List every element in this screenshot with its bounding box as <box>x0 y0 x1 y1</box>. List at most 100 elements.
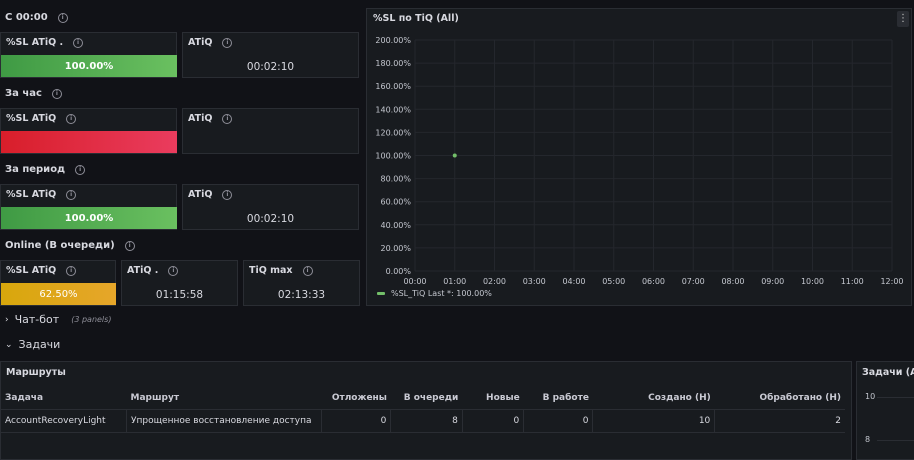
tiqmax-value: 02:13:33 <box>277 289 326 301</box>
panel-title: TiQ max <box>249 265 293 276</box>
info-icon[interactable]: i <box>66 113 77 124</box>
chart-legend[interactable]: %SL_TiQ Last *: 100.00% <box>377 289 492 298</box>
chart-svg: 0.00% 20.00% 40.00% 60.00% 80.00% 100.00% 120.… <box>375 36 903 286</box>
col-header[interactable]: Обработано (Н) <box>715 387 845 410</box>
panel-title: ATiQ . <box>127 265 159 276</box>
row-title-label: За период <box>5 164 66 175</box>
x-tick-label: 09:00 <box>761 277 784 286</box>
info-icon[interactable]: i <box>66 265 77 276</box>
info-icon[interactable]: i <box>73 37 84 48</box>
stat-panel-sl-3: %SL ATiQ i 100.00% <box>0 184 177 230</box>
panel-title: %SL ATiQ . <box>6 37 64 48</box>
y-tick-label: 160.00% <box>375 82 411 91</box>
info-icon[interactable]: i <box>302 265 313 276</box>
stat-panel-atiq-1: ATiQ i 00:02:10 <box>182 32 359 78</box>
row-title-label: Online (В очереди) <box>5 240 115 251</box>
row-tasks[interactable]: ⌄ Задачи <box>5 338 60 351</box>
x-tick-label: 05:00 <box>602 277 625 286</box>
x-tick-label: 06:00 <box>642 277 665 286</box>
sl-value-bar: 62.50% <box>1 283 116 305</box>
chevron-right-icon: › <box>5 314 9 325</box>
y-tick-label: 120.00% <box>375 128 411 137</box>
panel-title: ATiQ <box>188 189 213 200</box>
panel-title: %SL ATiQ <box>6 265 57 276</box>
y-tick-label: 40.00% <box>380 221 411 230</box>
table-header-row: Задача Маршрут Отложены В очереди Новые … <box>1 387 845 410</box>
x-tick-label: 04:00 <box>562 277 585 286</box>
table-cell: Упрощенное восстановление доступа <box>126 409 322 433</box>
stat-panel-sl-1: %SL ATiQ . i 100.00% <box>0 32 177 78</box>
table-cell: 8 <box>390 409 463 433</box>
y-tick-label: 180.00% <box>375 59 411 68</box>
info-icon[interactable]: i <box>66 189 77 200</box>
sl-value-bar: 100.00% <box>1 55 177 77</box>
y-tick-label: 100.00% <box>375 152 411 161</box>
chevron-down-icon: ⌄ <box>5 339 13 350</box>
atiq-value: 00:02:10 <box>246 213 295 225</box>
col-header[interactable]: Создано (Н) <box>593 387 715 410</box>
col-header[interactable]: Задача <box>1 387 126 410</box>
row-chatbot-count: (3 panels) <box>71 315 112 324</box>
x-tick-label: 01:00 <box>443 277 466 286</box>
table-cell: 0 <box>523 409 594 433</box>
y-tick-label: 10 <box>865 392 876 401</box>
panel-title: %SL ATiQ <box>6 189 57 200</box>
row-title-period: За период i <box>5 164 86 175</box>
sl-value-bar: 100.00% <box>1 207 177 229</box>
x-tick-label: 07:00 <box>682 277 705 286</box>
legend-text: %SL_TiQ Last *: 100.00% <box>391 289 492 298</box>
info-icon[interactable]: i <box>57 12 68 23</box>
stat-panel-atiq-2: ATiQ i <box>182 108 359 154</box>
y-tick-label: 80.00% <box>380 175 411 184</box>
info-icon[interactable]: i <box>124 240 135 251</box>
col-header[interactable]: Маршрут <box>126 387 321 410</box>
row-tasks-title: Задачи <box>18 338 61 351</box>
col-header[interactable]: Новые <box>462 387 523 410</box>
legend-swatch <box>377 292 385 295</box>
gridline <box>877 397 914 398</box>
data-point[interactable] <box>452 153 457 158</box>
chart-panel: %SL по TiQ (All) ⋮ 0.00% 20.00% 40.00% 60.0… <box>366 8 912 306</box>
panel-title: %SL ATiQ <box>6 113 57 124</box>
y-tick-label: 140.00% <box>375 105 411 114</box>
info-icon[interactable]: i <box>222 37 233 48</box>
y-tick-label: 8 <box>865 435 871 444</box>
routes-title: Маршруты <box>6 367 66 378</box>
col-header[interactable]: Отложены <box>321 387 391 410</box>
table-row: AccountRecoveryLight Упрощенное восстано… <box>1 409 845 433</box>
y-tick-label: 20.00% <box>380 244 411 253</box>
table-cell: 10 <box>592 409 716 433</box>
panel-title: ATiQ <box>188 37 213 48</box>
row-title-label: За час <box>5 88 42 99</box>
tasks-chart-panel: Задачи (All 10 8 <box>856 361 914 460</box>
row-title-c00: С 00:00 i <box>5 12 68 23</box>
row-chatbot[interactable]: › Чат-бот (3 panels) <box>5 313 111 326</box>
atiq-value: 01:15:58 <box>155 289 204 301</box>
x-tick-label: 08:00 <box>721 277 744 286</box>
sl-value-bar <box>1 131 177 153</box>
col-header[interactable]: В работе <box>524 387 593 410</box>
table-cell: 2 <box>835 416 841 426</box>
stat-panel-sl-2: %SL ATiQ i <box>0 108 177 154</box>
x-tick-label: 02:00 <box>483 277 506 286</box>
routes-table: Задача Маршрут Отложены В очереди Новые … <box>1 387 845 433</box>
y-tick-label: 0.00% <box>386 267 412 276</box>
tasks-chart-title: Задачи (All <box>862 367 914 378</box>
routes-panel: Маршруты Задача Маршрут Отложены В очере… <box>0 361 852 460</box>
table-cell: AccountRecoveryLight <box>1 409 127 433</box>
info-icon[interactable]: i <box>222 189 233 200</box>
gridline <box>877 440 914 441</box>
info-icon[interactable]: i <box>75 164 86 175</box>
stat-panel-atiq-4: ATiQ . i 01:15:58 <box>121 260 238 306</box>
panel-title: ATiQ <box>188 113 213 124</box>
info-icon[interactable]: i <box>222 113 233 124</box>
col-header[interactable]: В очереди <box>391 387 462 410</box>
row-title-label: С 00:00 <box>5 12 48 23</box>
y-tick-label: 200.00% <box>375 36 411 45</box>
info-icon[interactable]: i <box>51 88 62 99</box>
stat-panel-atiq-3: ATiQ i 00:02:10 <box>182 184 359 230</box>
table-cell: 0 <box>321 409 392 433</box>
row-title-hour: За час i <box>5 88 62 99</box>
x-tick-label: 10:00 <box>801 277 824 286</box>
info-icon[interactable]: i <box>168 265 179 276</box>
